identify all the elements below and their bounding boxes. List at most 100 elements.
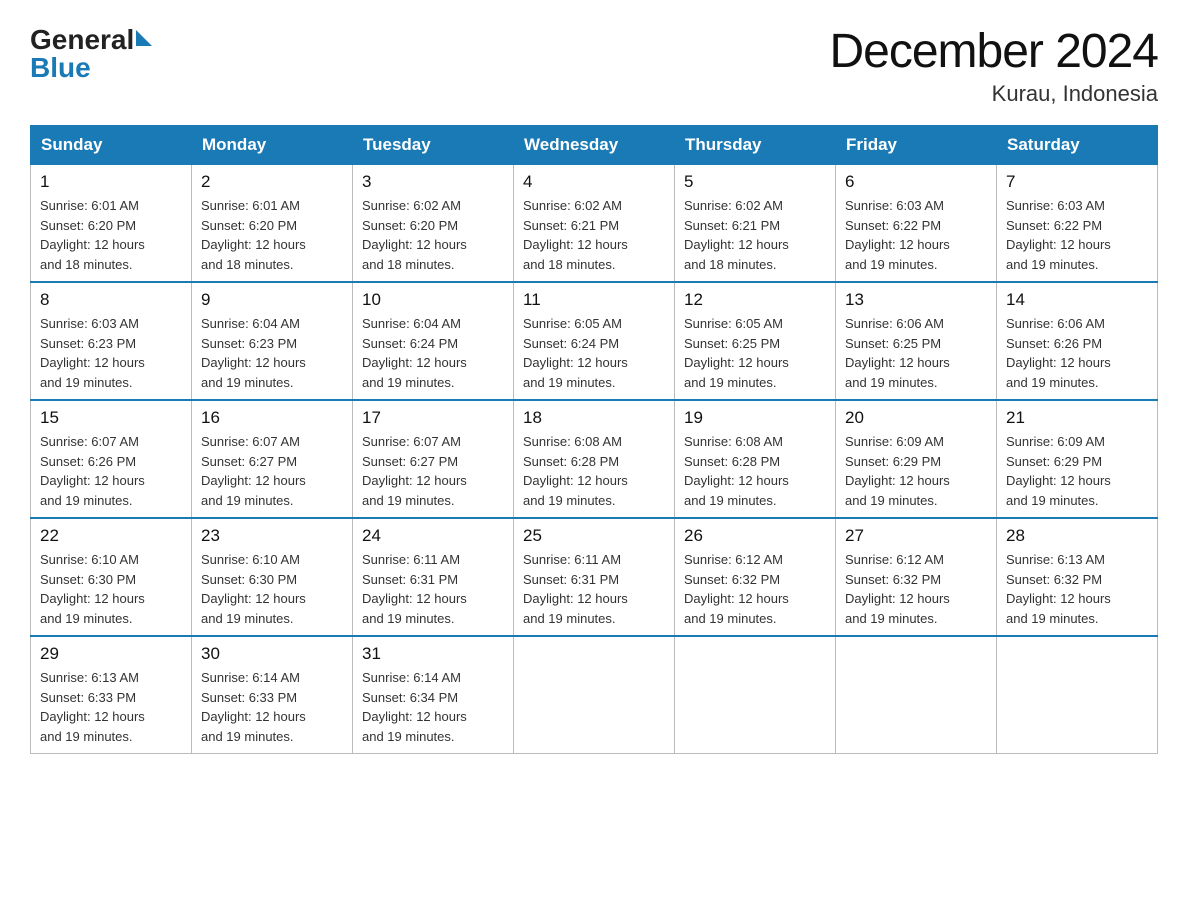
day-info: Sunrise: 6:07 AMSunset: 6:26 PMDaylight:… — [40, 432, 182, 510]
calendar-cell: 7 Sunrise: 6:03 AMSunset: 6:22 PMDaylight… — [997, 165, 1158, 283]
calendar-header-thursday: Thursday — [675, 126, 836, 165]
calendar-cell: 20 Sunrise: 6:09 AMSunset: 6:29 PMDayligh… — [836, 400, 997, 518]
calendar-cell: 4 Sunrise: 6:02 AMSunset: 6:21 PMDaylight… — [514, 165, 675, 283]
page-header: General Blue December 2024 Kurau, Indone… — [30, 24, 1158, 107]
calendar-header-friday: Friday — [836, 126, 997, 165]
calendar-cell: 13Sunrise: 6:06 AMSunset: 6:25 PMDayligh… — [836, 282, 997, 400]
day-number: 9 — [201, 290, 343, 310]
day-number: 1 — [40, 172, 182, 192]
calendar-cell: 18 Sunrise: 6:08 AMSunset: 6:28 PMDayligh… — [514, 400, 675, 518]
calendar-cell: 14 Sunrise: 6:06 AMSunset: 6:26 PMDayligh… — [997, 282, 1158, 400]
day-info: Sunrise: 6:10 AMSunset: 6:30 PMDaylight:… — [40, 550, 182, 628]
calendar-cell: 10 Sunrise: 6:04 AMSunset: 6:24 PMDayligh… — [353, 282, 514, 400]
calendar-cell: 11Sunrise: 6:05 AMSunset: 6:24 PMDayligh… — [514, 282, 675, 400]
day-info: Sunrise: 6:10 AMSunset: 6:30 PMDaylight:… — [201, 550, 343, 628]
day-number: 5 — [684, 172, 826, 192]
day-number: 16 — [201, 408, 343, 428]
day-info: Sunrise: 6:06 AMSunset: 6:26 PMDaylight:… — [1006, 314, 1148, 392]
calendar-title: December 2024 — [829, 24, 1158, 79]
calendar-cell — [836, 636, 997, 754]
day-number: 26 — [684, 526, 826, 546]
calendar-header-tuesday: Tuesday — [353, 126, 514, 165]
calendar-cell: 24 Sunrise: 6:11 AMSunset: 6:31 PMDayligh… — [353, 518, 514, 636]
calendar-header-saturday: Saturday — [997, 126, 1158, 165]
day-info: Sunrise: 6:04 AMSunset: 6:24 PMDaylight:… — [362, 314, 504, 392]
day-info: Sunrise: 6:02 AMSunset: 6:21 PMDaylight:… — [684, 196, 826, 274]
calendar-cell: 5 Sunrise: 6:02 AMSunset: 6:21 PMDaylight… — [675, 165, 836, 283]
day-number: 28 — [1006, 526, 1148, 546]
day-info: Sunrise: 6:14 AMSunset: 6:33 PMDaylight:… — [201, 668, 343, 746]
day-info: Sunrise: 6:03 AMSunset: 6:23 PMDaylight:… — [40, 314, 182, 392]
calendar-week-row: 15 Sunrise: 6:07 AMSunset: 6:26 PMDayligh… — [31, 400, 1158, 518]
day-number: 20 — [845, 408, 987, 428]
day-number: 7 — [1006, 172, 1148, 192]
day-info: Sunrise: 6:01 AMSunset: 6:20 PMDaylight:… — [201, 196, 343, 274]
calendar-cell: 28 Sunrise: 6:13 AMSunset: 6:32 PMDayligh… — [997, 518, 1158, 636]
logo-blue-text: Blue — [30, 52, 91, 83]
calendar-header-row: SundayMondayTuesdayWednesdayThursdayFrid… — [31, 126, 1158, 165]
calendar-subtitle: Kurau, Indonesia — [829, 81, 1158, 107]
day-number: 4 — [523, 172, 665, 192]
day-info: Sunrise: 6:08 AMSunset: 6:28 PMDaylight:… — [684, 432, 826, 510]
title-block: December 2024 Kurau, Indonesia — [829, 24, 1158, 107]
day-info: Sunrise: 6:02 AMSunset: 6:21 PMDaylight:… — [523, 196, 665, 274]
calendar-cell: 17 Sunrise: 6:07 AMSunset: 6:27 PMDayligh… — [353, 400, 514, 518]
day-info: Sunrise: 6:03 AMSunset: 6:22 PMDaylight:… — [1006, 196, 1148, 274]
day-info: Sunrise: 6:14 AMSunset: 6:34 PMDaylight:… — [362, 668, 504, 746]
day-number: 6 — [845, 172, 987, 192]
day-info: Sunrise: 6:06 AMSunset: 6:25 PMDaylight:… — [845, 314, 987, 392]
day-number: 18 — [523, 408, 665, 428]
day-info: Sunrise: 6:04 AMSunset: 6:23 PMDaylight:… — [201, 314, 343, 392]
day-info: Sunrise: 6:13 AMSunset: 6:32 PMDaylight:… — [1006, 550, 1148, 628]
calendar-cell: 2 Sunrise: 6:01 AMSunset: 6:20 PMDaylight… — [192, 165, 353, 283]
calendar-cell: 31Sunrise: 6:14 AMSunset: 6:34 PMDayligh… — [353, 636, 514, 754]
calendar-cell: 22 Sunrise: 6:10 AMSunset: 6:30 PMDayligh… — [31, 518, 192, 636]
logo-triangle-icon — [136, 30, 152, 46]
calendar-cell — [997, 636, 1158, 754]
calendar-header-sunday: Sunday — [31, 126, 192, 165]
day-number: 3 — [362, 172, 504, 192]
day-number: 11 — [523, 290, 665, 310]
calendar-cell: 1 Sunrise: 6:01 AMSunset: 6:20 PMDaylight… — [31, 165, 192, 283]
day-number: 24 — [362, 526, 504, 546]
day-info: Sunrise: 6:05 AMSunset: 6:25 PMDaylight:… — [684, 314, 826, 392]
day-number: 19 — [684, 408, 826, 428]
calendar-cell: 9 Sunrise: 6:04 AMSunset: 6:23 PMDaylight… — [192, 282, 353, 400]
calendar-week-row: 1 Sunrise: 6:01 AMSunset: 6:20 PMDaylight… — [31, 165, 1158, 283]
day-info: Sunrise: 6:11 AMSunset: 6:31 PMDaylight:… — [362, 550, 504, 628]
calendar-week-row: 29Sunrise: 6:13 AMSunset: 6:33 PMDayligh… — [31, 636, 1158, 754]
day-number: 2 — [201, 172, 343, 192]
calendar-cell — [514, 636, 675, 754]
calendar-cell — [675, 636, 836, 754]
day-info: Sunrise: 6:07 AMSunset: 6:27 PMDaylight:… — [201, 432, 343, 510]
day-info: Sunrise: 6:09 AMSunset: 6:29 PMDaylight:… — [1006, 432, 1148, 510]
day-info: Sunrise: 6:09 AMSunset: 6:29 PMDaylight:… — [845, 432, 987, 510]
day-number: 10 — [362, 290, 504, 310]
calendar-week-row: 8Sunrise: 6:03 AMSunset: 6:23 PMDaylight… — [31, 282, 1158, 400]
calendar-cell: 26 Sunrise: 6:12 AMSunset: 6:32 PMDayligh… — [675, 518, 836, 636]
day-info: Sunrise: 6:02 AMSunset: 6:20 PMDaylight:… — [362, 196, 504, 274]
day-info: Sunrise: 6:12 AMSunset: 6:32 PMDaylight:… — [684, 550, 826, 628]
day-info: Sunrise: 6:12 AMSunset: 6:32 PMDaylight:… — [845, 550, 987, 628]
day-number: 25 — [523, 526, 665, 546]
calendar-cell: 16 Sunrise: 6:07 AMSunset: 6:27 PMDayligh… — [192, 400, 353, 518]
day-info: Sunrise: 6:01 AMSunset: 6:20 PMDaylight:… — [40, 196, 182, 274]
day-info: Sunrise: 6:07 AMSunset: 6:27 PMDaylight:… — [362, 432, 504, 510]
calendar-cell: 25 Sunrise: 6:11 AMSunset: 6:31 PMDayligh… — [514, 518, 675, 636]
day-number: 14 — [1006, 290, 1148, 310]
day-info: Sunrise: 6:11 AMSunset: 6:31 PMDaylight:… — [523, 550, 665, 628]
day-number: 15 — [40, 408, 182, 428]
day-number: 17 — [362, 408, 504, 428]
calendar-table: SundayMondayTuesdayWednesdayThursdayFrid… — [30, 125, 1158, 754]
calendar-header-monday: Monday — [192, 126, 353, 165]
day-number: 22 — [40, 526, 182, 546]
day-number: 21 — [1006, 408, 1148, 428]
calendar-cell: 12Sunrise: 6:05 AMSunset: 6:25 PMDayligh… — [675, 282, 836, 400]
logo: General Blue — [30, 24, 152, 84]
day-info: Sunrise: 6:08 AMSunset: 6:28 PMDaylight:… — [523, 432, 665, 510]
calendar-cell: 27Sunrise: 6:12 AMSunset: 6:32 PMDayligh… — [836, 518, 997, 636]
calendar-week-row: 22 Sunrise: 6:10 AMSunset: 6:30 PMDayligh… — [31, 518, 1158, 636]
calendar-cell: 23Sunrise: 6:10 AMSunset: 6:30 PMDayligh… — [192, 518, 353, 636]
day-info: Sunrise: 6:03 AMSunset: 6:22 PMDaylight:… — [845, 196, 987, 274]
calendar-cell: 19 Sunrise: 6:08 AMSunset: 6:28 PMDayligh… — [675, 400, 836, 518]
